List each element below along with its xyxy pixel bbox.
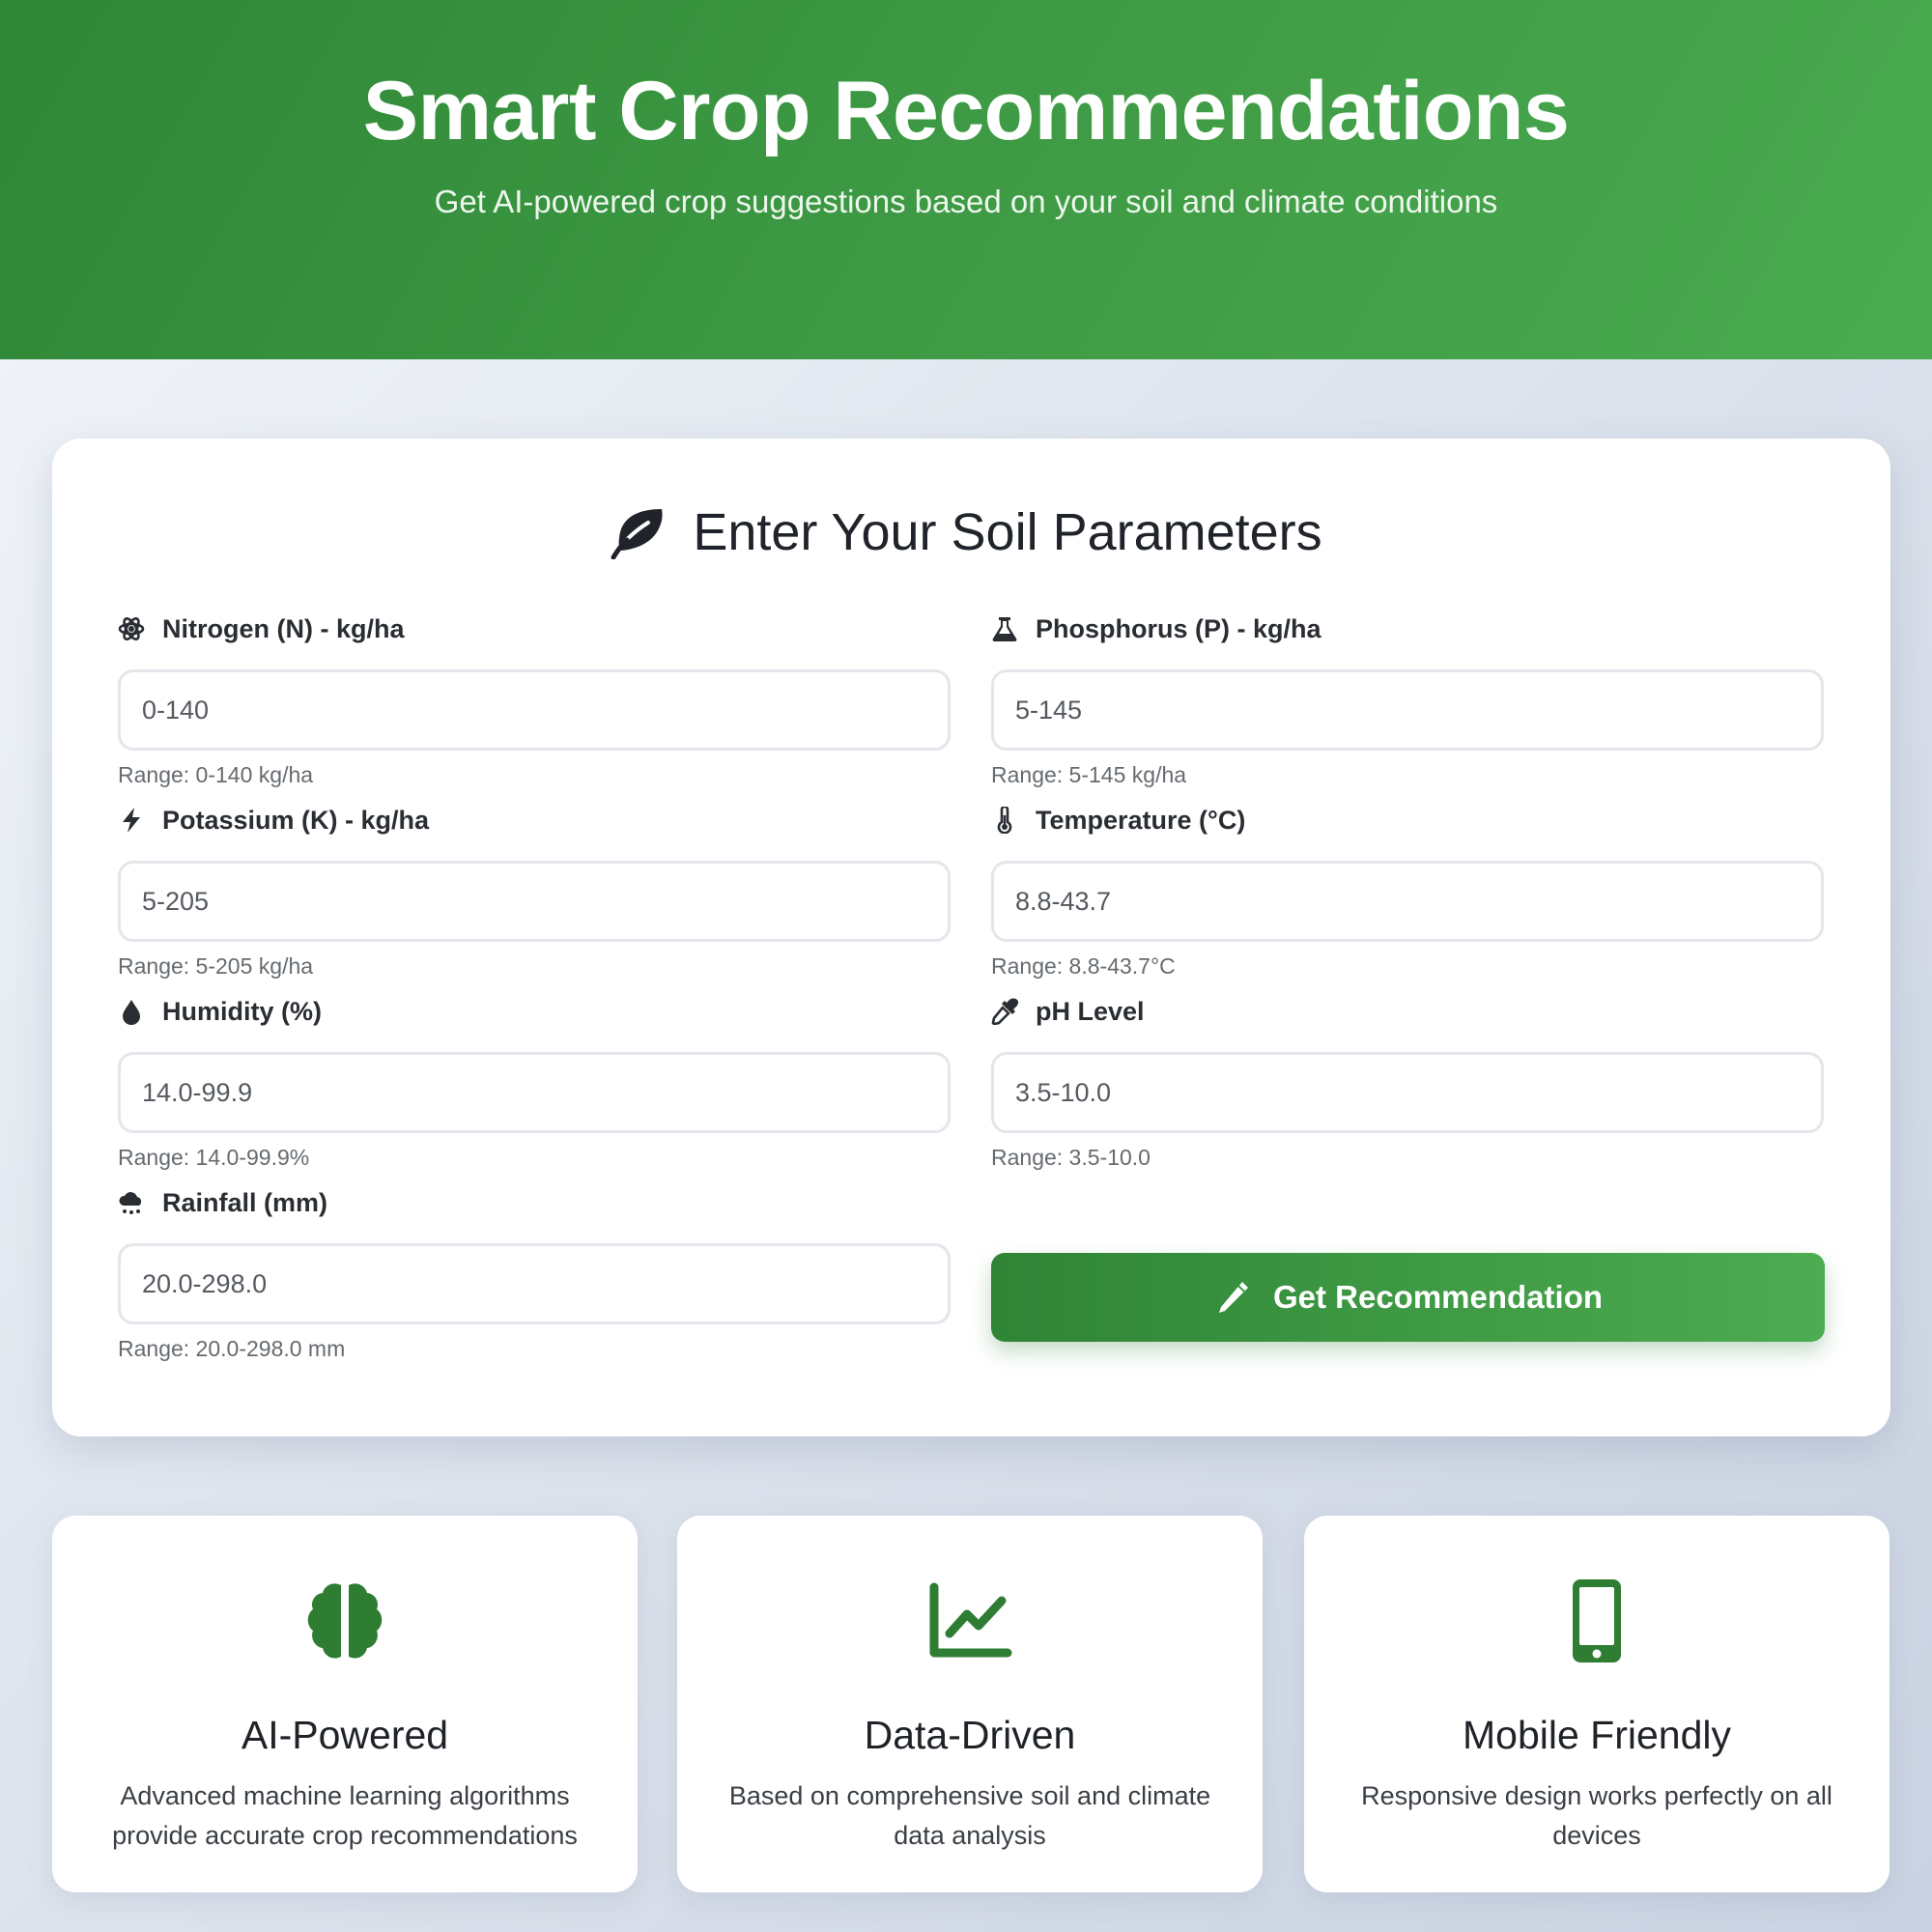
- temperature-label: Temperature (°C): [991, 801, 1824, 839]
- feature-title-data: Data-Driven: [864, 1713, 1076, 1757]
- feature-text-ai: Advanced machine learning algorithms pro…: [112, 1781, 578, 1850]
- nitrogen-input[interactable]: [118, 669, 951, 751]
- flask-icon: [992, 617, 1017, 641]
- humidity-label-text: Humidity (%): [162, 996, 322, 1026]
- ph-label: pH Level: [991, 992, 1824, 1031]
- field-potassium: Potassium (K) - kg/ha Range: 5-205 kg/ha: [118, 801, 951, 980]
- rainfall-hint: Range: 20.0-298.0 mm: [118, 1336, 346, 1361]
- ph-label-text: pH Level: [1036, 996, 1145, 1026]
- feature-text-data: Based on comprehensive soil and climate …: [728, 1781, 1211, 1850]
- rainfall-label: Rainfall (mm): [118, 1183, 951, 1222]
- humidity-input[interactable]: [118, 1052, 951, 1133]
- temperature-input[interactable]: [991, 861, 1824, 942]
- get-recommendation-button[interactable]: Get Recommendation: [991, 1253, 1825, 1342]
- leaf-icon: [611, 509, 663, 559]
- ph-input[interactable]: [991, 1052, 1824, 1133]
- rainfall-input[interactable]: [118, 1243, 951, 1324]
- feature-title-mobile: Mobile Friendly: [1463, 1713, 1731, 1757]
- phosphorus-label-text: Phosphorus (P) - kg/ha: [1036, 613, 1321, 643]
- potassium-hint: Range: 5-205 kg/ha: [118, 953, 314, 979]
- nitrogen-hint: Range: 0-140 kg/ha: [118, 762, 314, 787]
- humidity-label: Humidity (%): [118, 992, 951, 1031]
- form-title: Enter Your Soil Parameters: [693, 503, 1322, 561]
- phosphorus-input[interactable]: [991, 669, 1824, 751]
- field-rainfall: Rainfall (mm) Range: 20.0-298.0 mm: [118, 1183, 951, 1362]
- field-ph: pH Level Range: 3.5-10.0: [991, 992, 1824, 1171]
- potassium-input[interactable]: [118, 861, 951, 942]
- brain-icon: [307, 1583, 383, 1659]
- field-nitrogen: Nitrogen (N) - kg/ha Range: 0-140 kg/ha: [118, 610, 951, 788]
- field-temperature: Temperature (°C) Range: 8.8-43.7°C: [991, 801, 1824, 980]
- feature-text-mobile: Responsive design works perfectly on all…: [1361, 1781, 1833, 1850]
- temperature-hint: Range: 8.8-43.7°C: [991, 953, 1176, 979]
- magic-wand-icon: [1218, 1282, 1248, 1313]
- humidity-hint: Range: 14.0-99.9%: [118, 1145, 310, 1170]
- mobile-icon: [1573, 1579, 1621, 1662]
- get-recommendation-label: Get Recommendation: [1272, 1279, 1604, 1315]
- feature-title-ai: AI-Powered: [241, 1713, 449, 1757]
- feature-card-data: Data-Driven Based on comprehensive soil …: [677, 1516, 1263, 1892]
- temperature-label-text: Temperature (°C): [1036, 805, 1246, 835]
- droplet-icon: [123, 1000, 140, 1025]
- form-heading: Enter Your Soil Parameters: [0, 502, 1932, 562]
- phosphorus-hint: Range: 5-145 kg/ha: [991, 762, 1187, 787]
- potassium-label: Potassium (K) - kg/ha: [118, 801, 951, 839]
- field-phosphorus: Phosphorus (P) - kg/ha Range: 5-145 kg/h…: [991, 610, 1824, 788]
- atom-icon: [118, 617, 145, 640]
- rainfall-label-text: Rainfall (mm): [162, 1187, 328, 1217]
- ph-hint: Range: 3.5-10.0: [991, 1145, 1151, 1170]
- bolt-icon: [123, 808, 140, 833]
- phosphorus-label: Phosphorus (P) - kg/ha: [991, 610, 1824, 648]
- nitrogen-label-text: Nitrogen (N) - kg/ha: [162, 613, 405, 643]
- eyedropper-icon: [991, 998, 1018, 1025]
- thermometer-icon: [997, 807, 1012, 834]
- feature-card-ai: AI-Powered Advanced machine learning alg…: [52, 1516, 638, 1892]
- nitrogen-label: Nitrogen (N) - kg/ha: [118, 610, 951, 648]
- cloud-rain-icon: [119, 1192, 142, 1214]
- potassium-label-text: Potassium (K) - kg/ha: [162, 805, 430, 835]
- hero-banner: Smart Crop Recommendations Get AI-powere…: [0, 0, 1932, 359]
- feature-card-mobile: Mobile Friendly Responsive design works …: [1304, 1516, 1889, 1892]
- page-subtitle: Get AI-powered crop suggestions based on…: [434, 184, 1498, 219]
- field-humidity: Humidity (%) Range: 14.0-99.9%: [118, 992, 951, 1171]
- chart-line-icon: [929, 1582, 1012, 1658]
- page-title: Smart Crop Recommendations: [362, 65, 1570, 157]
